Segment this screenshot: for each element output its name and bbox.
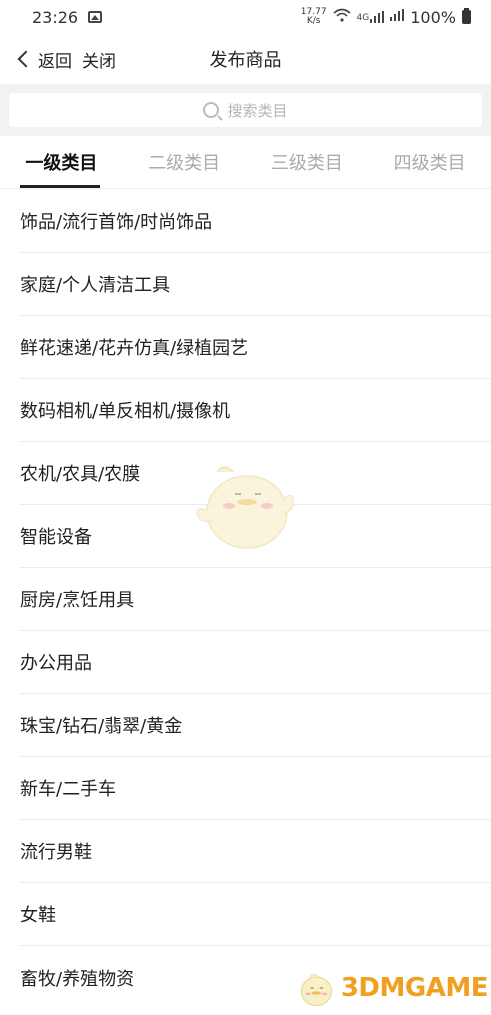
list-item[interactable]: 珠宝/钻石/翡翠/黄金 — [20, 694, 491, 757]
list-item[interactable]: 家庭/个人清洁工具 — [20, 253, 491, 316]
status-left: 23:26 — [32, 7, 103, 27]
signal-icon: 4G — [357, 11, 385, 23]
list-item[interactable]: 鲜花速递/花卉仿真/绿植园艺 — [20, 316, 491, 379]
list-item[interactable]: 女鞋 — [20, 883, 491, 946]
mascot-chick-watermark-icon — [196, 466, 294, 549]
tab-level-4[interactable]: 四级类目 — [368, 136, 491, 188]
back-button[interactable]: 返回 — [16, 47, 72, 72]
status-bar: 23:26 17.77 K/s 4G 100% — [0, 0, 491, 34]
mascot-logo-icon — [300, 973, 332, 1007]
wifi-icon — [333, 8, 351, 26]
list-item[interactable]: 数码相机/单反相机/摄像机 — [20, 379, 491, 442]
status-right: 17.77 K/s 4G 100% — [301, 8, 471, 27]
chevron-left-icon — [17, 50, 35, 68]
network-type-label: 4G — [356, 13, 370, 23]
list-item[interactable]: 流行男鞋 — [20, 820, 491, 883]
tab-level-2[interactable]: 二级类目 — [123, 136, 246, 188]
watermark-text: 3DMGAME — [340, 973, 489, 1003]
gallery-notification-icon — [88, 11, 103, 23]
list-item[interactable]: 办公用品 — [20, 631, 491, 694]
network-speed: 17.77 K/s — [301, 8, 327, 26]
list-item[interactable]: 厨房/烹饪用具 — [20, 568, 491, 631]
battery-icon — [462, 8, 471, 24]
network-speed-unit: K/s — [306, 16, 321, 26]
category-level-tabs: 一级类目 二级类目 三级类目 四级类目 — [0, 136, 491, 189]
tab-level-3[interactable]: 三级类目 — [246, 136, 369, 188]
signal-icon-2 — [390, 9, 405, 25]
list-item[interactable]: 饰品/流行首饰/时尚饰品 — [20, 190, 491, 253]
nav-bar: 返回 关闭 发布商品 — [0, 34, 491, 84]
page-title: 发布商品 — [209, 50, 282, 71]
search-area: 搜索类目 — [0, 84, 491, 136]
search-icon — [203, 102, 220, 118]
category-list: 饰品/流行首饰/时尚饰品 家庭/个人清洁工具 鲜花速递/花卉仿真/绿植园艺 数码… — [20, 190, 491, 1009]
close-button[interactable]: 关闭 — [82, 47, 116, 72]
battery-percent: 100% — [410, 7, 456, 27]
watermark: 3DMGAME — [298, 962, 489, 1014]
list-item[interactable]: 新车/二手车 — [20, 757, 491, 820]
status-time: 23:26 — [32, 7, 79, 27]
back-label: 返回 — [38, 51, 72, 72]
tab-level-1[interactable]: 一级类目 — [0, 136, 123, 188]
search-input[interactable]: 搜索类目 — [9, 93, 482, 127]
search-placeholder: 搜索类目 — [227, 101, 288, 120]
